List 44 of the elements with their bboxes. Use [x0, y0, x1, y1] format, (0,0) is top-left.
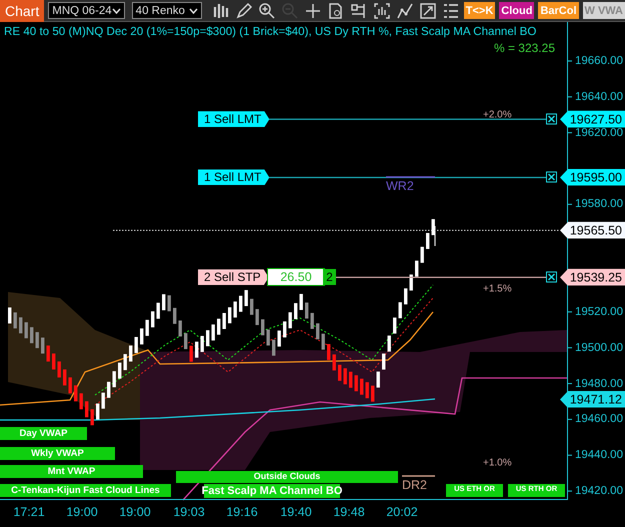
price-axis-label: 19620.00 [575, 126, 623, 139]
price-axis-label: 19460.00 [575, 413, 623, 426]
time-axis-label: 19:00 [66, 505, 98, 519]
price-axis-label: 19640.00 [575, 90, 623, 103]
instrument-dropdown[interactable]: MNQ 06-24 [48, 2, 125, 19]
order-price-tag: 19595.00 [560, 168, 625, 186]
time-axis-label: 19:16 [226, 505, 258, 519]
time-axis-label: 19:00 [119, 505, 151, 519]
chart-menu-button[interactable]: Chart [0, 0, 44, 22]
price-axis-label: 19580.00 [575, 198, 623, 210]
price-axis-label: 19420.00 [575, 485, 623, 498]
zone-label: Outside Clouds [176, 471, 398, 483]
time-axis-label: 17:21 [13, 505, 45, 519]
time-axis-label: 19:40 [280, 505, 312, 519]
time-axis-label: 20:02 [386, 505, 418, 519]
quantity-value[interactable]: 2 [323, 269, 336, 286]
chart-title: RE 40 to 50 (M)NQ Dec 20 (1%=150p=$300) (1 Brick=$40), US Dy RTH %, Fast Scalp MA Channel BO [4, 25, 536, 38]
price-axis-label: 19660.00 [575, 55, 623, 67]
order-price-tag: 19539.25 [560, 268, 625, 286]
last-price-tag: 19565.50 [560, 222, 625, 239]
percent-level-label: +1.5% [483, 284, 512, 294]
bar-type-dropdown[interactable]: 40 Renko [132, 2, 202, 19]
order-price-tag: 19627.50 [560, 110, 625, 128]
profit-value: 26.50 [267, 268, 325, 286]
time-axis-label: 19:03 [173, 505, 205, 519]
range-note: % = 323.25 [494, 41, 555, 55]
indicator-label: Day VWAP [0, 427, 87, 440]
price-axis-label: 19480.00 [575, 378, 623, 390]
order-label[interactable]: 1 Sell LMT [198, 169, 270, 186]
price-axis-label: 19520.00 [575, 306, 623, 318]
pivot-label: DR2 [402, 478, 428, 492]
time-axis-label: 19:48 [333, 505, 365, 519]
vwap-price-tag: 19471.12 [560, 390, 625, 408]
indicator-toggle-button[interactable]: Cloud [499, 2, 534, 19]
price-axis-label: 19500.00 [575, 342, 623, 354]
order-label[interactable]: 2 Sell STP [198, 269, 269, 286]
price-axis-label: 19440.00 [575, 449, 623, 462]
order-label[interactable]: 1 Sell LMT [198, 111, 270, 128]
indicator-label: Mnt VWAP [0, 465, 143, 478]
pivot-label: WR2 [386, 179, 414, 193]
percent-level-label: +2.0% [483, 110, 512, 120]
indicator-label: Wkly VWAP [0, 447, 115, 460]
percent-level-label: +1.0% [483, 458, 512, 468]
indicator-label: C-Tenkan-Kijun Fast Cloud Lines [0, 484, 171, 497]
